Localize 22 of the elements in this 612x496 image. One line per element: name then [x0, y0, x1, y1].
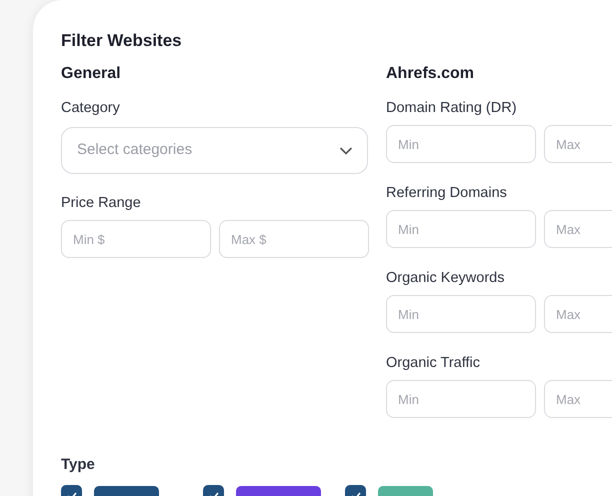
field-label: Price Range [61, 194, 142, 212]
max-input-field[interactable]: Max [544, 295, 612, 333]
section-heading: General [61, 64, 122, 84]
chevron-down-icon [340, 146, 352, 154]
category-select[interactable]: Select categories [61, 127, 368, 174]
section-heading: Ahrefs.com [386, 64, 476, 84]
field-label: Referring Domains [386, 184, 508, 202]
field-label: Organic Traffic [386, 354, 482, 372]
panel-title: Filter Websites [61, 31, 183, 51]
field-label: Organic Keywords [386, 269, 506, 287]
field-label: Category [61, 99, 121, 117]
min-input-field[interactable]: Min [386, 210, 536, 248]
min-input-field[interactable]: Min $ [61, 220, 211, 258]
max-input-field[interactable]: Max $ [219, 220, 369, 258]
field-label: Domain Rating (DR) [386, 99, 518, 117]
max-input-field[interactable]: Max [544, 380, 612, 418]
max-input-field[interactable]: Max [544, 125, 612, 163]
max-input-field[interactable]: Max [544, 210, 612, 248]
section-heading: Type [61, 456, 96, 474]
min-input-field[interactable]: Min [386, 125, 536, 163]
min-input-field[interactable]: Min [386, 380, 536, 418]
min-input-field[interactable]: Min [386, 295, 536, 333]
